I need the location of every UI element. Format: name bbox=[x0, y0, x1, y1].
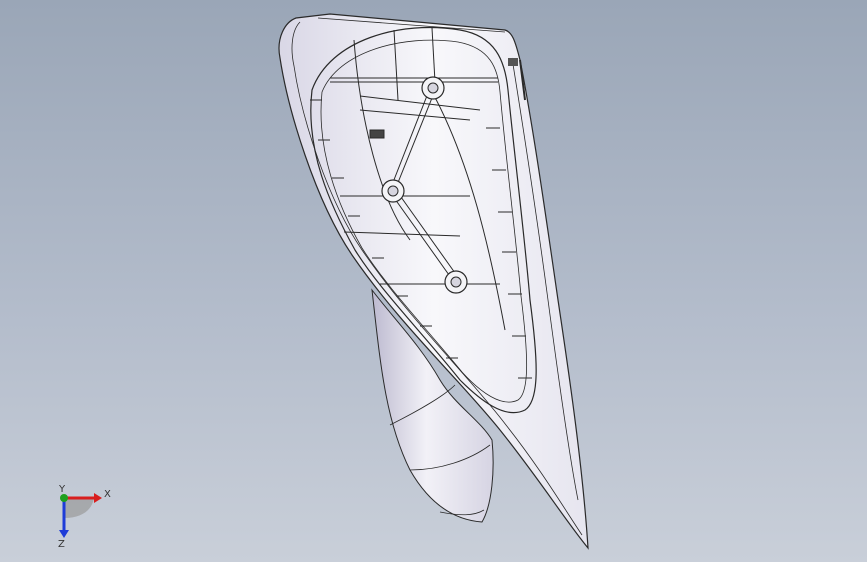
y-axis-dot bbox=[60, 494, 68, 502]
part-model[interactable] bbox=[0, 0, 867, 562]
triad-shadow bbox=[64, 498, 94, 518]
x-axis-arrow bbox=[94, 493, 102, 503]
z-axis-label: Z bbox=[58, 539, 65, 550]
orientation-triad[interactable]: X Y Z bbox=[44, 480, 124, 550]
y-axis-label: Y bbox=[58, 484, 66, 495]
z-axis-arrow bbox=[59, 530, 69, 538]
x-axis-label: X bbox=[104, 489, 111, 500]
mounting-slot bbox=[369, 129, 385, 139]
screw-boss-bottom bbox=[444, 270, 468, 294]
graphics-viewport[interactable]: X Y Z bbox=[0, 0, 867, 562]
screw-boss-middle bbox=[381, 179, 405, 203]
screw-boss-top bbox=[421, 76, 445, 100]
